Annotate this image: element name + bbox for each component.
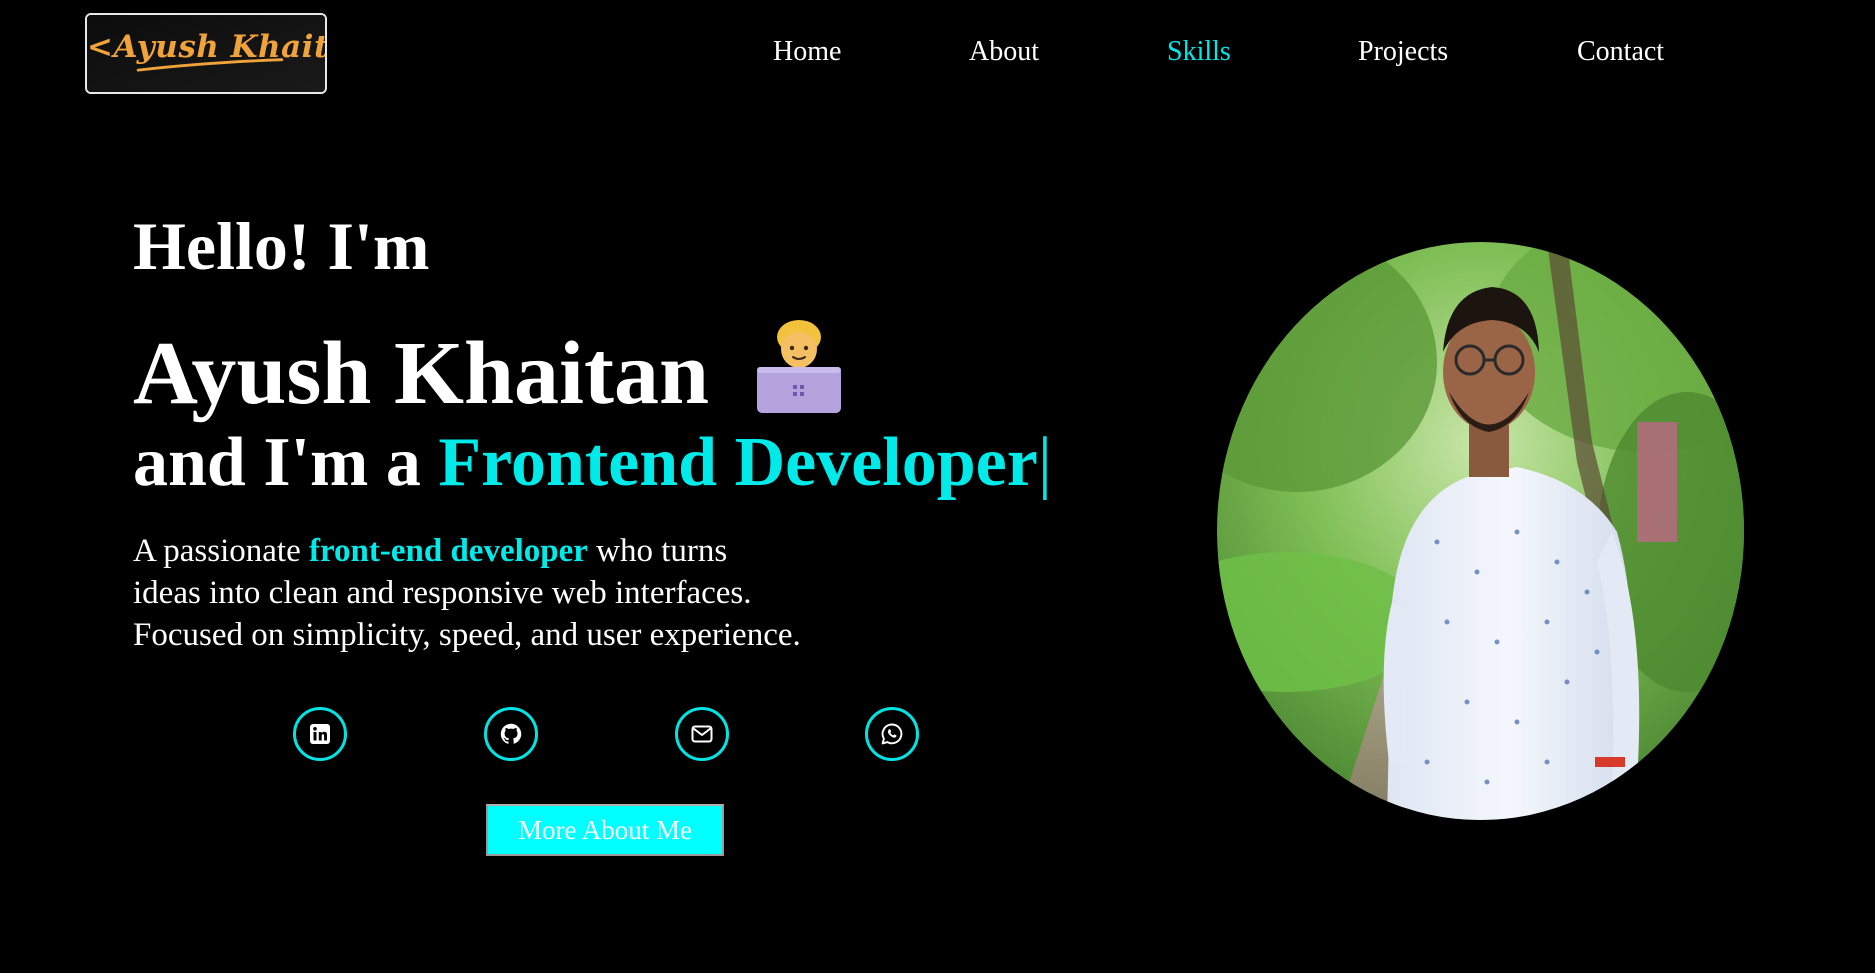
hero-greeting: Hello! I'm (133, 208, 430, 284)
hero-description: A passionate front-end developer who tur… (133, 530, 933, 656)
nav-contact[interactable]: Contact (1577, 36, 1664, 68)
desc-line3: Focused on simplicity, speed, and user e… (133, 617, 801, 653)
logo[interactable]: <Ayush Khaitan> (85, 13, 327, 94)
nav-home[interactable]: Home (773, 36, 841, 68)
role-text: Frontend Developer (438, 424, 1038, 501)
more-about-me-button[interactable]: More About Me (486, 804, 724, 856)
hero-name-line: Ayush Khaitan (133, 315, 851, 419)
nav-projects[interactable]: Projects (1358, 36, 1448, 68)
desc-part1: A passionate (133, 533, 309, 569)
hero-name: Ayush Khaitan (133, 324, 710, 423)
linkedin-icon (310, 724, 330, 744)
linkedin-button[interactable] (293, 707, 347, 761)
technologist-emoji-icon (747, 315, 851, 415)
hero-role-line: and I'm a Frontend Developer| (133, 428, 1052, 498)
email-button[interactable] (675, 707, 729, 761)
typing-caret: | (1037, 424, 1052, 501)
github-button[interactable] (484, 707, 538, 761)
desc-highlight: front-end developer (308, 533, 588, 569)
nav-skills[interactable]: Skills (1167, 36, 1231, 68)
desc-line2: ideas into clean and responsive web inte… (133, 575, 752, 611)
whatsapp-button[interactable] (865, 707, 919, 761)
github-icon (500, 723, 522, 744)
desc-part2: who turns (587, 533, 728, 569)
email-icon (691, 725, 713, 743)
whatsapp-icon (881, 723, 903, 745)
profile-photo (1217, 242, 1744, 820)
role-prefix: and I'm a (133, 424, 439, 501)
logo-text: <Ayush Khaitan> (87, 29, 325, 65)
nav-about[interactable]: About (969, 36, 1039, 68)
